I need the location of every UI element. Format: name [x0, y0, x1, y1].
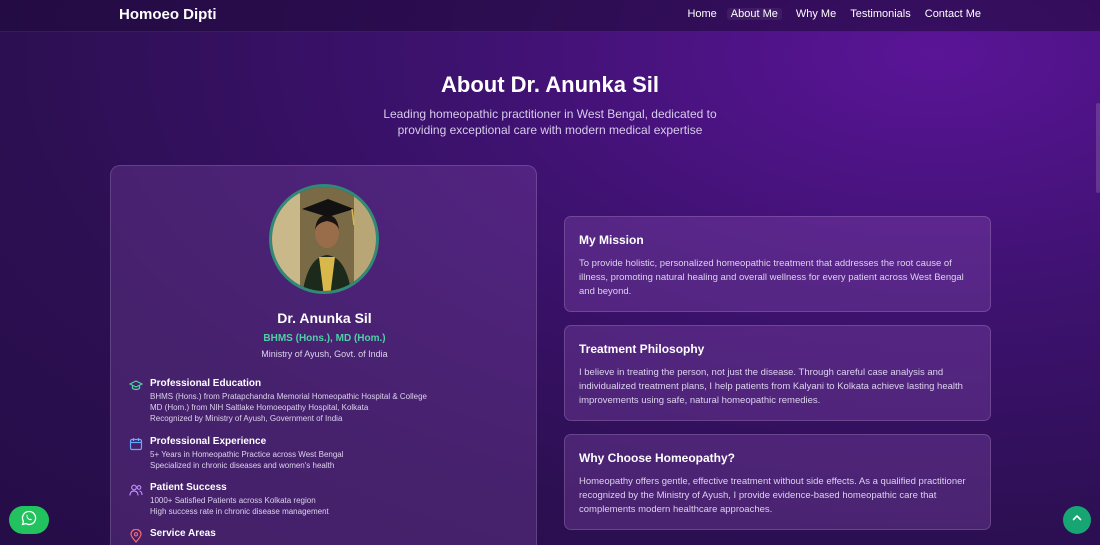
graduation-cap-icon: [128, 379, 144, 393]
whatsapp-button[interactable]: [9, 506, 49, 534]
nav-link-testimonials[interactable]: Testimonials: [850, 8, 911, 20]
brand-logo-text[interactable]: Homoeo Dipti: [119, 6, 217, 23]
calendar-icon: [129, 437, 143, 451]
card-body: I believe in treating the person, not ju…: [579, 367, 963, 406]
card-mission: My Mission To provide holistic, personal…: [564, 216, 991, 312]
profile-card: Dr. Anunka Sil BHMS (Hons.), MD (Hom.) M…: [110, 165, 537, 545]
info-line: 1000+ Satisfied Patients across Kolkata …: [150, 496, 316, 505]
nav-link-home[interactable]: Home: [687, 8, 716, 20]
doctor-degree: BHMS (Hons.), MD (Hom.): [263, 333, 386, 344]
card-why-homeopathy: Why Choose Homeopathy? Homeopathy offers…: [564, 434, 991, 530]
doctor-name: Dr. Anunka Sil: [277, 310, 372, 326]
scroll-to-top-button[interactable]: [1063, 506, 1091, 534]
doctor-ministry: Ministry of Ayush, Govt. of India: [261, 349, 388, 359]
users-icon: [129, 483, 143, 497]
info-title: Service Areas: [150, 528, 216, 539]
whatsapp-icon: [21, 510, 37, 531]
card-body: To provide holistic, personalized homeop…: [579, 258, 964, 297]
info-line: Recognized by Ministry of Ayush, Governm…: [150, 414, 343, 423]
section-title: About Dr. Anunka Sil: [441, 72, 659, 97]
nav-links: Home About Me Why Me Testimonials Contac…: [673, 8, 981, 20]
info-line: MD (Hom.) from NIH Saltlake Homoeopathy …: [150, 403, 369, 412]
card-body: Homeopathy offers gentle, effective trea…: [579, 476, 966, 515]
doctor-photo: [269, 184, 379, 294]
card-title: My Mission: [579, 233, 644, 247]
card-philosophy: Treatment Philosophy I believe in treati…: [564, 325, 991, 421]
info-line: High success rate in chronic disease man…: [150, 507, 329, 516]
nav-link-contact[interactable]: Contact Me: [925, 8, 981, 20]
card-title: Why Choose Homeopathy?: [579, 451, 736, 465]
info-title: Professional Experience: [150, 436, 267, 447]
info-line: BHMS (Hons.) from Pratapchandra Memorial…: [150, 392, 427, 401]
info-title: Patient Success: [150, 482, 227, 493]
info-line: 5+ Years in Homeopathic Practice across …: [150, 450, 344, 459]
page-scrollbar[interactable]: [1096, 103, 1100, 193]
map-pin-icon: [129, 528, 143, 543]
info-line: Specialized in chronic diseases and wome…: [150, 461, 335, 470]
nav-link-about[interactable]: About Me: [726, 8, 782, 20]
section-subtitle: Leading homeopathic practitioner in West…: [383, 107, 717, 137]
chevron-up-icon: [1071, 511, 1083, 529]
nav-link-why-me[interactable]: Why Me: [796, 8, 836, 20]
top-navbar: Homoeo Dipti Home About Me Why Me Testim…: [0, 0, 1100, 32]
info-title: Professional Education: [150, 378, 262, 389]
card-title: Treatment Philosophy: [579, 342, 705, 356]
